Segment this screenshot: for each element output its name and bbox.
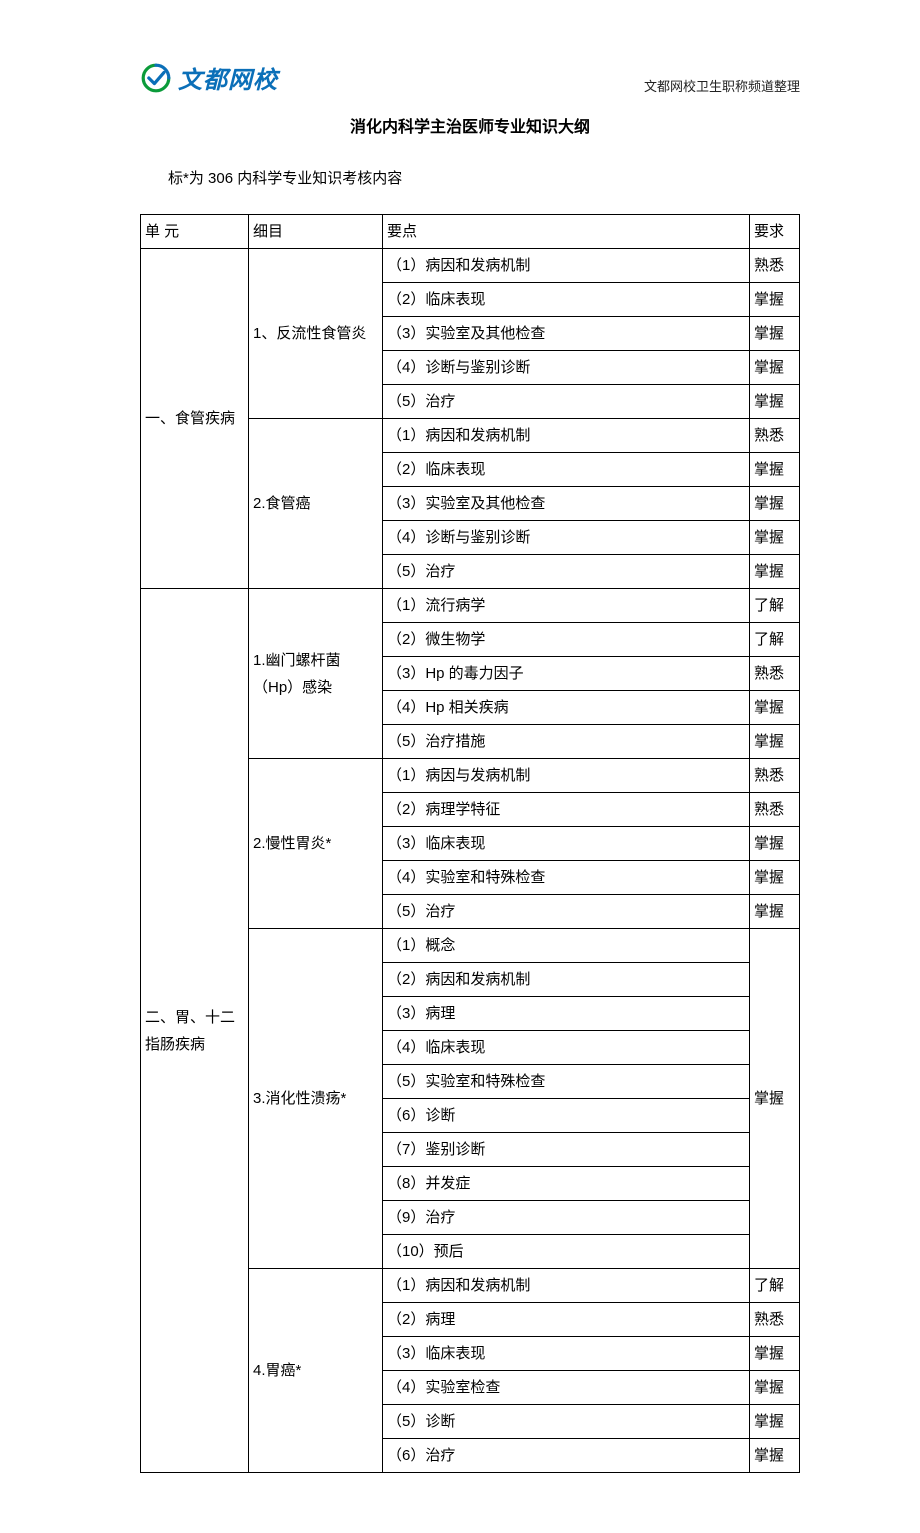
point-cell: （5）治疗 (383, 895, 750, 929)
point-cell: （1）流行病学 (383, 589, 750, 623)
point-cell: （6）诊断 (383, 1099, 750, 1133)
column-header-unit: 单 元 (141, 215, 249, 249)
unit-cell: 一、食管疾病 (141, 249, 249, 589)
req-cell: 掌握 (750, 691, 800, 725)
req-cell: 掌握 (750, 1405, 800, 1439)
table-row: 一、食管疾病1、反流性食管炎（1）病因和发病机制熟悉 (141, 249, 800, 283)
point-cell: （6）治疗 (383, 1439, 750, 1473)
detail-cell: 1.幽门螺杆菌（Hp）感染 (249, 589, 383, 759)
point-cell: （1）病因和发病机制 (383, 419, 750, 453)
unit-cell: 二、胃、十二指肠疾病 (141, 589, 249, 1473)
req-cell: 了解 (750, 623, 800, 657)
req-cell: 了解 (750, 1269, 800, 1303)
globe-check-icon (140, 62, 172, 94)
req-cell: 掌握 (750, 521, 800, 555)
req-cell: 掌握 (750, 351, 800, 385)
point-cell: （4）实验室检查 (383, 1371, 750, 1405)
req-cell: 掌握 (750, 1371, 800, 1405)
req-cell: 熟悉 (750, 657, 800, 691)
req-cell: 掌握 (750, 1439, 800, 1473)
req-cell: 熟悉 (750, 759, 800, 793)
req-cell: 掌握 (750, 725, 800, 759)
point-cell: （2）临床表现 (383, 453, 750, 487)
detail-cell: 3.消化性溃疡* (249, 929, 383, 1269)
req-cell: 熟悉 (750, 793, 800, 827)
point-cell: （8）并发症 (383, 1167, 750, 1201)
point-cell: （4）诊断与鉴别诊断 (383, 521, 750, 555)
column-header-detail: 细目 (249, 215, 383, 249)
point-cell: （5）治疗 (383, 555, 750, 589)
detail-cell: 1、反流性食管炎 (249, 249, 383, 419)
point-cell: （7）鉴别诊断 (383, 1133, 750, 1167)
point-cell: （2）微生物学 (383, 623, 750, 657)
req-cell: 掌握 (750, 555, 800, 589)
logo-text: 文都网校 (178, 60, 278, 95)
req-cell: 掌握 (750, 487, 800, 521)
point-cell: （1）病因和发病机制 (383, 1269, 750, 1303)
detail-cell: 2.食管癌 (249, 419, 383, 589)
point-cell: （3）临床表现 (383, 827, 750, 861)
point-cell: （3）实验室及其他检查 (383, 487, 750, 521)
point-cell: （3）临床表现 (383, 1337, 750, 1371)
logo: 文都网校 (140, 60, 278, 95)
point-cell: （5）诊断 (383, 1405, 750, 1439)
detail-cell: 4.胃癌* (249, 1269, 383, 1473)
req-cell: 熟悉 (750, 249, 800, 283)
page-header: 文都网校 文都网校卫生职称频道整理 (140, 60, 800, 95)
point-cell: （10）预后 (383, 1235, 750, 1269)
req-cell: 掌握 (750, 827, 800, 861)
point-cell: （3）Hp 的毒力因子 (383, 657, 750, 691)
point-cell: （2）病理 (383, 1303, 750, 1337)
point-cell: （1）概念 (383, 929, 750, 963)
req-cell: 掌握 (750, 385, 800, 419)
point-cell: （5）治疗措施 (383, 725, 750, 759)
column-header-point: 要点 (383, 215, 750, 249)
page-title: 消化内科学主治医师专业知识大纲 (140, 113, 800, 137)
column-header-req: 要求 (750, 215, 800, 249)
point-cell: （4）诊断与鉴别诊断 (383, 351, 750, 385)
req-cell: 掌握 (750, 861, 800, 895)
point-cell: （4）实验室和特殊检查 (383, 861, 750, 895)
point-cell: （2）临床表现 (383, 283, 750, 317)
syllabus-table: 单 元细目要点要求一、食管疾病1、反流性食管炎（1）病因和发病机制熟悉（2）临床… (140, 214, 800, 1473)
req-cell: 掌握 (750, 317, 800, 351)
point-cell: （1）病因和发病机制 (383, 249, 750, 283)
req-cell: 熟悉 (750, 419, 800, 453)
req-cell: 了解 (750, 589, 800, 623)
req-cell: 掌握 (750, 1337, 800, 1371)
point-cell: （3）实验室及其他检查 (383, 317, 750, 351)
req-cell: 掌握 (750, 929, 800, 1269)
header-right-text: 文都网校卫生职称频道整理 (644, 76, 800, 95)
point-cell: （2）病因和发病机制 (383, 963, 750, 997)
point-cell: （2）病理学特征 (383, 793, 750, 827)
req-cell: 掌握 (750, 895, 800, 929)
point-cell: （4）临床表现 (383, 1031, 750, 1065)
table-row: 二、胃、十二指肠疾病1.幽门螺杆菌（Hp）感染（1）流行病学了解 (141, 589, 800, 623)
detail-cell: 2.慢性胃炎* (249, 759, 383, 929)
point-cell: （5）治疗 (383, 385, 750, 419)
req-cell: 掌握 (750, 283, 800, 317)
note-text: 标*为 306 内科学专业知识考核内容 (168, 167, 800, 188)
point-cell: （4）Hp 相关疾病 (383, 691, 750, 725)
req-cell: 熟悉 (750, 1303, 800, 1337)
point-cell: （5）实验室和特殊检查 (383, 1065, 750, 1099)
point-cell: （3）病理 (383, 997, 750, 1031)
point-cell: （1）病因与发病机制 (383, 759, 750, 793)
req-cell: 掌握 (750, 453, 800, 487)
point-cell: （9）治疗 (383, 1201, 750, 1235)
